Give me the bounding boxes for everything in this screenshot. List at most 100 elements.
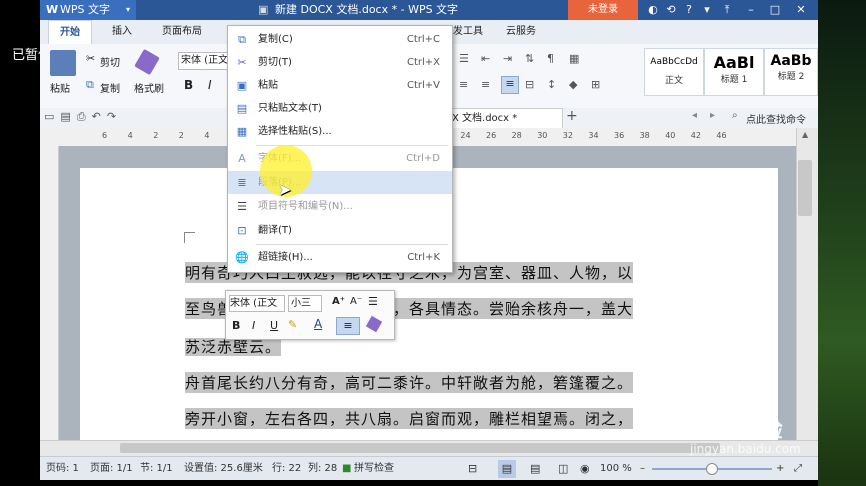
save-icon[interactable]: ▤ xyxy=(60,110,76,123)
shading-icon[interactable]: ◆ xyxy=(569,78,577,91)
ruler-tick-label: 40 xyxy=(665,131,676,140)
tab-page-layout[interactable]: 页面布局 xyxy=(162,20,202,44)
ruler-tick-label: 34 xyxy=(588,131,599,140)
font-color-icon[interactable]: A xyxy=(314,317,322,331)
zoom-in-icon[interactable]: + xyxy=(776,457,784,480)
read-mode-icon[interactable]: ⊟ xyxy=(468,457,477,480)
redo-icon[interactable]: ↷ xyxy=(107,110,122,123)
table-icon[interactable]: ▦ xyxy=(569,52,579,65)
style-preview: AaBl xyxy=(713,53,755,72)
sort-icon[interactable]: ⇅ xyxy=(525,52,534,65)
shrink-font-button[interactable]: A⁻ xyxy=(350,296,362,307)
minimize-icon[interactable]: – xyxy=(742,0,760,20)
command-search[interactable]: 点此查找命令 xyxy=(746,111,806,126)
menu-item-shortcut: Ctrl+D xyxy=(406,153,440,164)
page-view-icon[interactable]: ▤ xyxy=(498,460,516,478)
tab-scroll-right-icon[interactable]: ▸ xyxy=(710,110,715,121)
scroll-up-icon[interactable]: ▲ xyxy=(802,130,808,139)
ruler-tick-label: 36 xyxy=(614,131,625,140)
menu-item-hyperlink[interactable]: 🌐 超链接(H)... Ctrl+K xyxy=(228,246,452,269)
distribute-icon[interactable]: ⊟ xyxy=(525,78,534,91)
align-center-icon[interactable]: ≡ xyxy=(459,78,468,91)
decrease-indent-icon[interactable]: ⇤ xyxy=(481,52,490,65)
fullscreen-icon[interactable]: ⤢ xyxy=(794,457,802,480)
increase-indent-icon[interactable]: ⇥ xyxy=(503,52,512,65)
zoom-slider-handle[interactable] xyxy=(706,463,718,475)
document-tab[interactable]: X 文档.docx * xyxy=(445,108,563,129)
show-marks-icon[interactable]: ¶ xyxy=(547,52,554,65)
line-spacing-icon[interactable]: ↕ xyxy=(547,78,556,91)
menu-item-bullets[interactable]: ☰ 项目符号和编号(N)... xyxy=(228,195,452,218)
mini-bold-button[interactable]: B xyxy=(232,319,240,332)
paste-button-label[interactable]: 粘贴 xyxy=(50,80,70,95)
copy-icon: ⧉ xyxy=(86,78,94,91)
mini-italic-button[interactable]: I xyxy=(252,319,255,332)
bold-button[interactable]: B xyxy=(184,78,193,92)
paste-icon: ▣ xyxy=(236,79,248,92)
tab-home[interactable]: 开始 xyxy=(48,20,92,45)
outline-view-icon[interactable]: ▤ xyxy=(530,457,540,480)
tab-scroll-left-icon[interactable]: ◂ xyxy=(692,110,697,121)
justify-icon[interactable]: ≡ xyxy=(501,76,519,94)
tab-insert[interactable]: 插入 xyxy=(112,20,132,44)
mini-format-painter-icon[interactable] xyxy=(365,315,383,333)
menu-item-label: 超链接(H)... xyxy=(258,252,313,263)
zoom-level[interactable]: 100 % xyxy=(600,457,632,480)
login-button[interactable]: 未登录 xyxy=(568,0,638,20)
share-icon[interactable]: ⟲ xyxy=(662,0,680,20)
numbering-icon[interactable]: ☰ xyxy=(459,52,469,65)
mini-align-icon[interactable]: ≡ xyxy=(336,317,360,335)
print-icon[interactable]: ⎙ xyxy=(77,110,92,123)
borders-icon[interactable]: ⊞ xyxy=(591,78,600,91)
menu-item-paste-special[interactable]: ▦ 选择性粘贴(S)... xyxy=(228,120,452,143)
menu-separator xyxy=(256,244,448,245)
style-preview: AaBbCcDd xyxy=(650,57,698,67)
chevron-down-icon: ▾ xyxy=(126,5,131,14)
web-view-icon[interactable]: ◫ xyxy=(558,457,568,480)
italic-button[interactable]: I xyxy=(208,78,212,92)
menu-item-paste[interactable]: ▣ 粘贴 Ctrl+V xyxy=(228,74,452,97)
menu-icon[interactable]: ▾ xyxy=(698,0,716,20)
style-heading-2[interactable]: AaBb 标题 2 xyxy=(764,48,818,96)
font-name-select[interactable]: 宋体 (正文 xyxy=(178,52,232,70)
menu-item-paste-text[interactable]: ▤ 只粘贴文本(T) xyxy=(228,97,452,120)
mini-font-select[interactable]: 宋体 (正文 xyxy=(229,295,285,312)
doc-line-4[interactable]: 舟首尾长约八分有奇，高可二黍许。中轩敞者为舱，箬篷覆之。 xyxy=(185,372,634,393)
help-icon[interactable]: ? xyxy=(680,0,698,20)
grow-font-button[interactable]: A⁺ xyxy=(332,296,345,307)
vertical-scroll-thumb[interactable] xyxy=(798,160,812,216)
eye-protect-icon[interactable]: ◉ xyxy=(580,457,590,480)
mini-size-select[interactable]: 小三 xyxy=(288,295,322,312)
open-icon[interactable]: ▭ xyxy=(44,110,60,123)
new-tab-button[interactable]: + xyxy=(566,108,578,124)
spellcheck-toggle[interactable]: 拼写检查 xyxy=(354,457,394,480)
restore-ribbon-icon[interactable]: ⤒ xyxy=(718,0,736,20)
mini-underline-button[interactable]: U xyxy=(270,319,278,332)
menu-item-shortcut: Ctrl+X xyxy=(406,57,440,68)
paste-icon[interactable] xyxy=(50,50,76,76)
tab-cloud[interactable]: 云服务 xyxy=(506,20,536,44)
menu-item-copy[interactable]: ⧉ 复制(C) Ctrl+C xyxy=(228,28,452,51)
copy-button[interactable]: 复制 xyxy=(100,80,120,95)
maximize-icon[interactable]: □ xyxy=(766,0,784,20)
search-icon: ⌕ xyxy=(732,110,738,121)
ruler-tick-label: 32 xyxy=(562,131,573,140)
wps-menu-button[interactable]: W WPS 文字 ▾ xyxy=(40,0,136,20)
format-painter-button[interactable]: 格式刷 xyxy=(134,80,164,95)
menu-item-cut[interactable]: ✂ 剪切(T) Ctrl+X xyxy=(228,51,452,74)
cut-button[interactable]: 剪切 xyxy=(100,54,120,69)
zoom-out-icon[interactable]: – xyxy=(640,457,645,480)
mini-list-icon[interactable]: ☰ xyxy=(368,295,378,308)
doc-line-5[interactable]: 旁开小窗，左右各四，共八扇。启窗而观，雕栏相望焉。闭之， xyxy=(185,408,634,429)
menu-item-translate[interactable]: ⊡ 翻译(T) xyxy=(228,219,452,242)
tab-developer[interactable]: 发工具 xyxy=(453,20,483,44)
close-icon[interactable]: ✕ xyxy=(792,0,810,20)
style-heading-1[interactable]: AaBl 标题 1 xyxy=(704,48,764,96)
highlight-icon[interactable]: ✎ xyxy=(288,318,297,331)
skin-icon[interactable]: ◐ xyxy=(644,0,662,20)
horizontal-scroll-thumb[interactable] xyxy=(120,443,720,453)
doc-line-3-text: 苏泛赤壁云。 xyxy=(185,338,282,356)
style-normal[interactable]: AaBbCcDd 正文 xyxy=(644,48,704,96)
align-right-icon[interactable]: ≡ xyxy=(481,78,490,91)
undo-icon[interactable]: ↶ xyxy=(92,110,107,123)
